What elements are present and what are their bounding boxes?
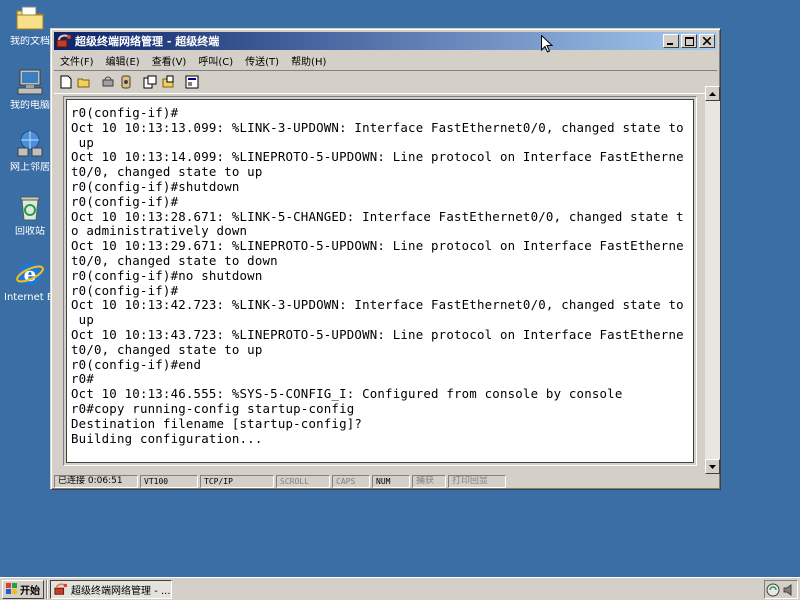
- terminal-line: t0/0, changed state to up: [71, 164, 263, 180]
- window-title: 超级终端网络管理 - 超级终端: [75, 35, 220, 48]
- dial-icon: [121, 75, 130, 89]
- desktop-icon-label: 回收站: [15, 226, 45, 237]
- terminal-line: r0#copy running-config startup-config: [71, 400, 355, 416]
- terminal-line: t0/0, changed state to up: [71, 341, 263, 357]
- terminal-line: Oct 10 10:13:43.723: %LINEPROTO-5-UPDOWN…: [71, 326, 684, 342]
- taskbar-item-label: 超级终端网络管理 - ...: [71, 585, 171, 597]
- toolbar: [54, 70, 717, 94]
- status-connected: 已连接 0:06:51: [54, 474, 138, 488]
- folder-icon: [16, 6, 44, 30]
- terminal-line: Destination filename [startup-config]?: [71, 415, 363, 431]
- hyperterminal-window: 超级终端网络管理 - 超级终端 文件(F) 编辑(E) 查看(V) 呼叫(C) …: [50, 28, 721, 490]
- hyperterminal-app-icon: [56, 34, 71, 48]
- computer-icon: [17, 69, 43, 95]
- terminal-screen[interactable]: r0(config-if)# Oct 10 10:13:13.099: %LINK…: [66, 99, 694, 463]
- tray-volume-icon[interactable]: [782, 583, 796, 597]
- terminal-line: o administratively down: [71, 223, 248, 239]
- status-num: NUM: [372, 474, 410, 488]
- terminal-line: Oct 10 10:13:14.099: %LINEPROTO-5-UPDOWN…: [71, 149, 684, 165]
- desktop-icon-internet-explorer[interactable]: e Internet Explorer: [4, 258, 56, 304]
- status-caps: CAPS: [332, 474, 370, 488]
- terminal-line: r0#: [71, 371, 94, 387]
- terminal-line: Oct 10 10:13:46.555: %SYS-5-CONFIG_I: Co…: [71, 386, 623, 402]
- terminal-line: r0(config-if)#no shutdown: [71, 267, 263, 283]
- start-button[interactable]: 开始: [2, 579, 44, 599]
- hyperterminal-app-icon: [54, 583, 68, 595]
- menu-view[interactable]: 查看(V): [146, 53, 193, 68]
- status-emulation: VT100: [140, 474, 198, 488]
- desktop-icon-label: Internet Explorer: [4, 292, 56, 303]
- new-connection-button[interactable]: [57, 74, 74, 91]
- mouse-cursor-icon: [541, 35, 553, 53]
- terminal-line: Building configuration...: [71, 430, 263, 446]
- terminal-line: t0/0, changed state to down: [71, 252, 278, 268]
- disconnect-icon: [102, 76, 113, 87]
- taskbar-separator: [46, 579, 48, 599]
- disconnect-button[interactable]: [99, 74, 116, 91]
- terminal-line: r0(config-if)#: [71, 105, 179, 120]
- close-button[interactable]: [699, 34, 715, 48]
- desktop-icon-label: 我的电脑: [10, 100, 50, 111]
- terminal-line: Oct 10 10:13:42.723: %LINK-3-UPDOWN: Int…: [71, 297, 684, 313]
- status-capture: 捕获: [412, 474, 446, 488]
- terminal-line: Oct 10 10:13:29.671: %LINEPROTO-5-UPDOWN…: [71, 238, 684, 254]
- arrow-down-icon: [709, 464, 716, 469]
- receive-icon: [162, 75, 173, 88]
- dial-button[interactable]: [117, 74, 134, 91]
- network-icon: [17, 130, 43, 157]
- terminal-line: Oct 10 10:13:13.099: %LINK-3-UPDOWN: Int…: [71, 119, 684, 135]
- desktop-icon-my-computer[interactable]: 我的电脑: [4, 66, 56, 112]
- status-protocol: TCP/IP: [200, 474, 274, 488]
- taskbar: 开始 超级终端网络管理 - ...: [0, 577, 800, 600]
- desktop-icon-network[interactable]: 网上邻居: [4, 128, 56, 174]
- desktop-icon-recycle-bin[interactable]: 回收站: [4, 192, 56, 238]
- menu-bar: 文件(F) 编辑(E) 查看(V) 呼叫(C) 传送(T) 帮助(H): [54, 51, 717, 69]
- desktop-icon-label: 我的文档: [10, 36, 50, 47]
- terminal-line: Oct 10 10:13:28.671: %LINK-5-CHANGED: In…: [71, 208, 684, 224]
- terminal-line: r0(config-if)#: [71, 193, 179, 209]
- terminal-line: up: [71, 134, 94, 150]
- menu-file[interactable]: 文件(F): [54, 53, 100, 68]
- close-icon: [703, 37, 711, 45]
- maximize-icon: [684, 36, 694, 46]
- terminal-line: r0(config-if)#end: [71, 356, 202, 372]
- scroll-down-button[interactable]: [705, 459, 720, 474]
- send-icon: [143, 75, 156, 89]
- maximize-button[interactable]: [681, 34, 697, 48]
- terminal-frame: r0(config-if)# Oct 10 10:13:13.099: %LINK…: [63, 96, 697, 466]
- start-label: 开始: [20, 585, 40, 597]
- menu-transfer[interactable]: 传送(T): [239, 53, 285, 68]
- svg-text:e: e: [24, 262, 37, 286]
- receive-file-button[interactable]: [159, 74, 176, 91]
- recycle-bin-icon: [20, 196, 40, 221]
- status-scroll: SCROLL: [276, 474, 330, 488]
- internet-explorer-icon: e: [16, 262, 44, 286]
- open-button[interactable]: [75, 74, 92, 91]
- menu-help[interactable]: 帮助(H): [285, 53, 332, 68]
- vertical-scrollbar[interactable]: [705, 86, 720, 474]
- desktop-icon-my-documents[interactable]: 我的文档: [4, 2, 56, 48]
- menu-edit[interactable]: 编辑(E): [100, 53, 146, 68]
- new-icon: [60, 75, 71, 89]
- status-print-echo: 打印回显: [448, 474, 506, 488]
- windows-flag-icon: [6, 583, 17, 594]
- system-tray: [764, 580, 798, 599]
- open-icon: [77, 78, 89, 88]
- minimize-button[interactable]: [663, 34, 679, 48]
- send-file-button[interactable]: [141, 74, 158, 91]
- minimize-icon: [667, 43, 673, 45]
- desktop-icon-label: 网上邻居: [10, 162, 50, 173]
- terminal-line: up: [71, 312, 94, 328]
- window-titlebar[interactable]: 超级终端网络管理 - 超级终端: [54, 32, 717, 50]
- scroll-up-button[interactable]: [705, 86, 720, 101]
- properties-icon: [185, 75, 198, 89]
- status-bar: 已连接 0:06:51 VT100 TCP/IP SCROLL CAPS NUM…: [54, 474, 717, 488]
- arrow-up-icon: [709, 91, 716, 96]
- taskbar-item-hyperterminal[interactable]: 超级终端网络管理 - ...: [50, 579, 172, 599]
- tray-shield-icon[interactable]: [766, 583, 780, 597]
- terminal-line: r0(config-if)#: [71, 282, 179, 298]
- terminal-line: r0(config-if)#shutdown: [71, 178, 240, 194]
- properties-button[interactable]: [183, 74, 200, 91]
- menu-call[interactable]: 呼叫(C): [192, 53, 239, 68]
